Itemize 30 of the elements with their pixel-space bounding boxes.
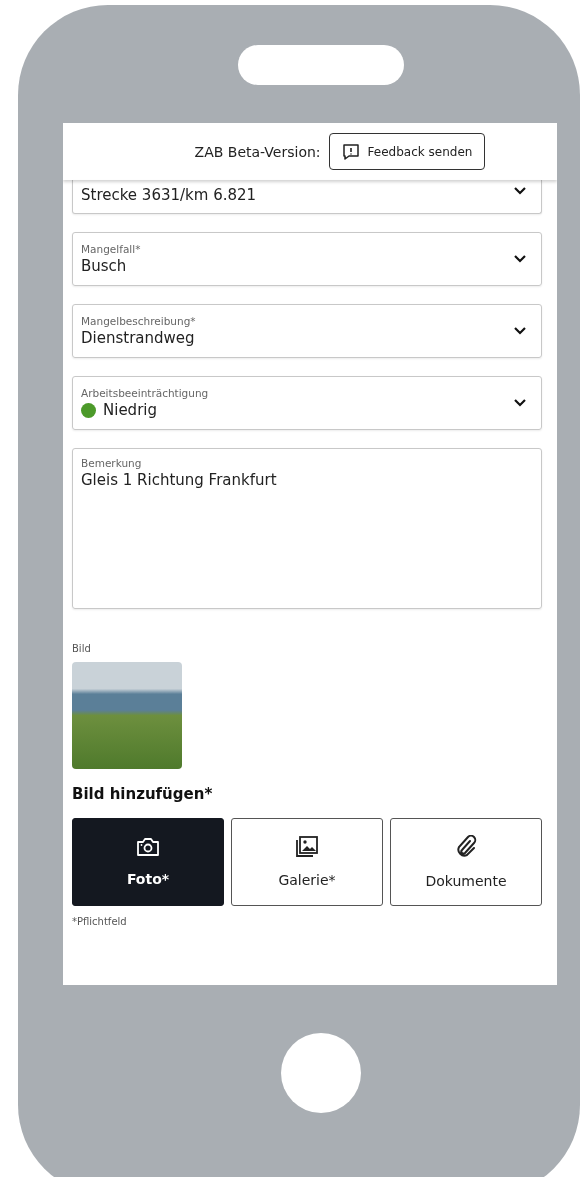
feedback-button[interactable]: Feedback senden: [328, 133, 486, 170]
chevron-down-icon: [513, 254, 527, 264]
chevron-down-icon: [513, 398, 527, 408]
image-label: Bild: [72, 643, 92, 654]
field-value: Strecke 3631/km 6.821: [81, 186, 257, 204]
section-title: Bild hinzufügen*: [72, 785, 214, 803]
field-label: Mangelbeschreibung*: [81, 315, 197, 327]
select-field[interactable]: Strecke 3631/km 6.821: [72, 180, 542, 214]
chevron-down-icon: [513, 326, 527, 336]
field-label: Arbeitsbeeinträchtigung: [81, 387, 210, 399]
camera-icon: [136, 837, 160, 857]
images-icon: [295, 836, 319, 858]
gallery-button[interactable]: Galerie*: [231, 818, 383, 906]
select-field[interactable]: Arbeitsbeeinträchtigung Niedrig: [72, 376, 542, 430]
field-value: Busch: [81, 257, 127, 275]
chevron-down-icon: [513, 186, 527, 196]
beta-label: ZAB Beta-Version:: [194, 143, 321, 160]
paperclip-icon: [455, 835, 477, 859]
select-field[interactable]: Mangelbeschreibung* Dienstrandweg: [72, 304, 542, 358]
select-field[interactable]: Mangelfall* Busch: [72, 232, 542, 286]
remark-field[interactable]: Bemerkung Gleis 1 Richtung Frankfurt: [72, 448, 542, 609]
field-value: Niedrig: [103, 401, 157, 419]
field-value: Gleis 1 Richtung Frankfurt: [81, 471, 278, 489]
field-value: Dienstrandweg: [81, 329, 195, 347]
required-note: *Pflichtfeld: [72, 916, 128, 927]
photo-button[interactable]: Foto*: [72, 818, 224, 906]
documents-button[interactable]: Dokumente: [390, 818, 542, 906]
feedback-icon: [341, 142, 360, 161]
field-label: Mangelfall*: [81, 243, 142, 255]
field-label: Bemerkung: [81, 457, 143, 469]
